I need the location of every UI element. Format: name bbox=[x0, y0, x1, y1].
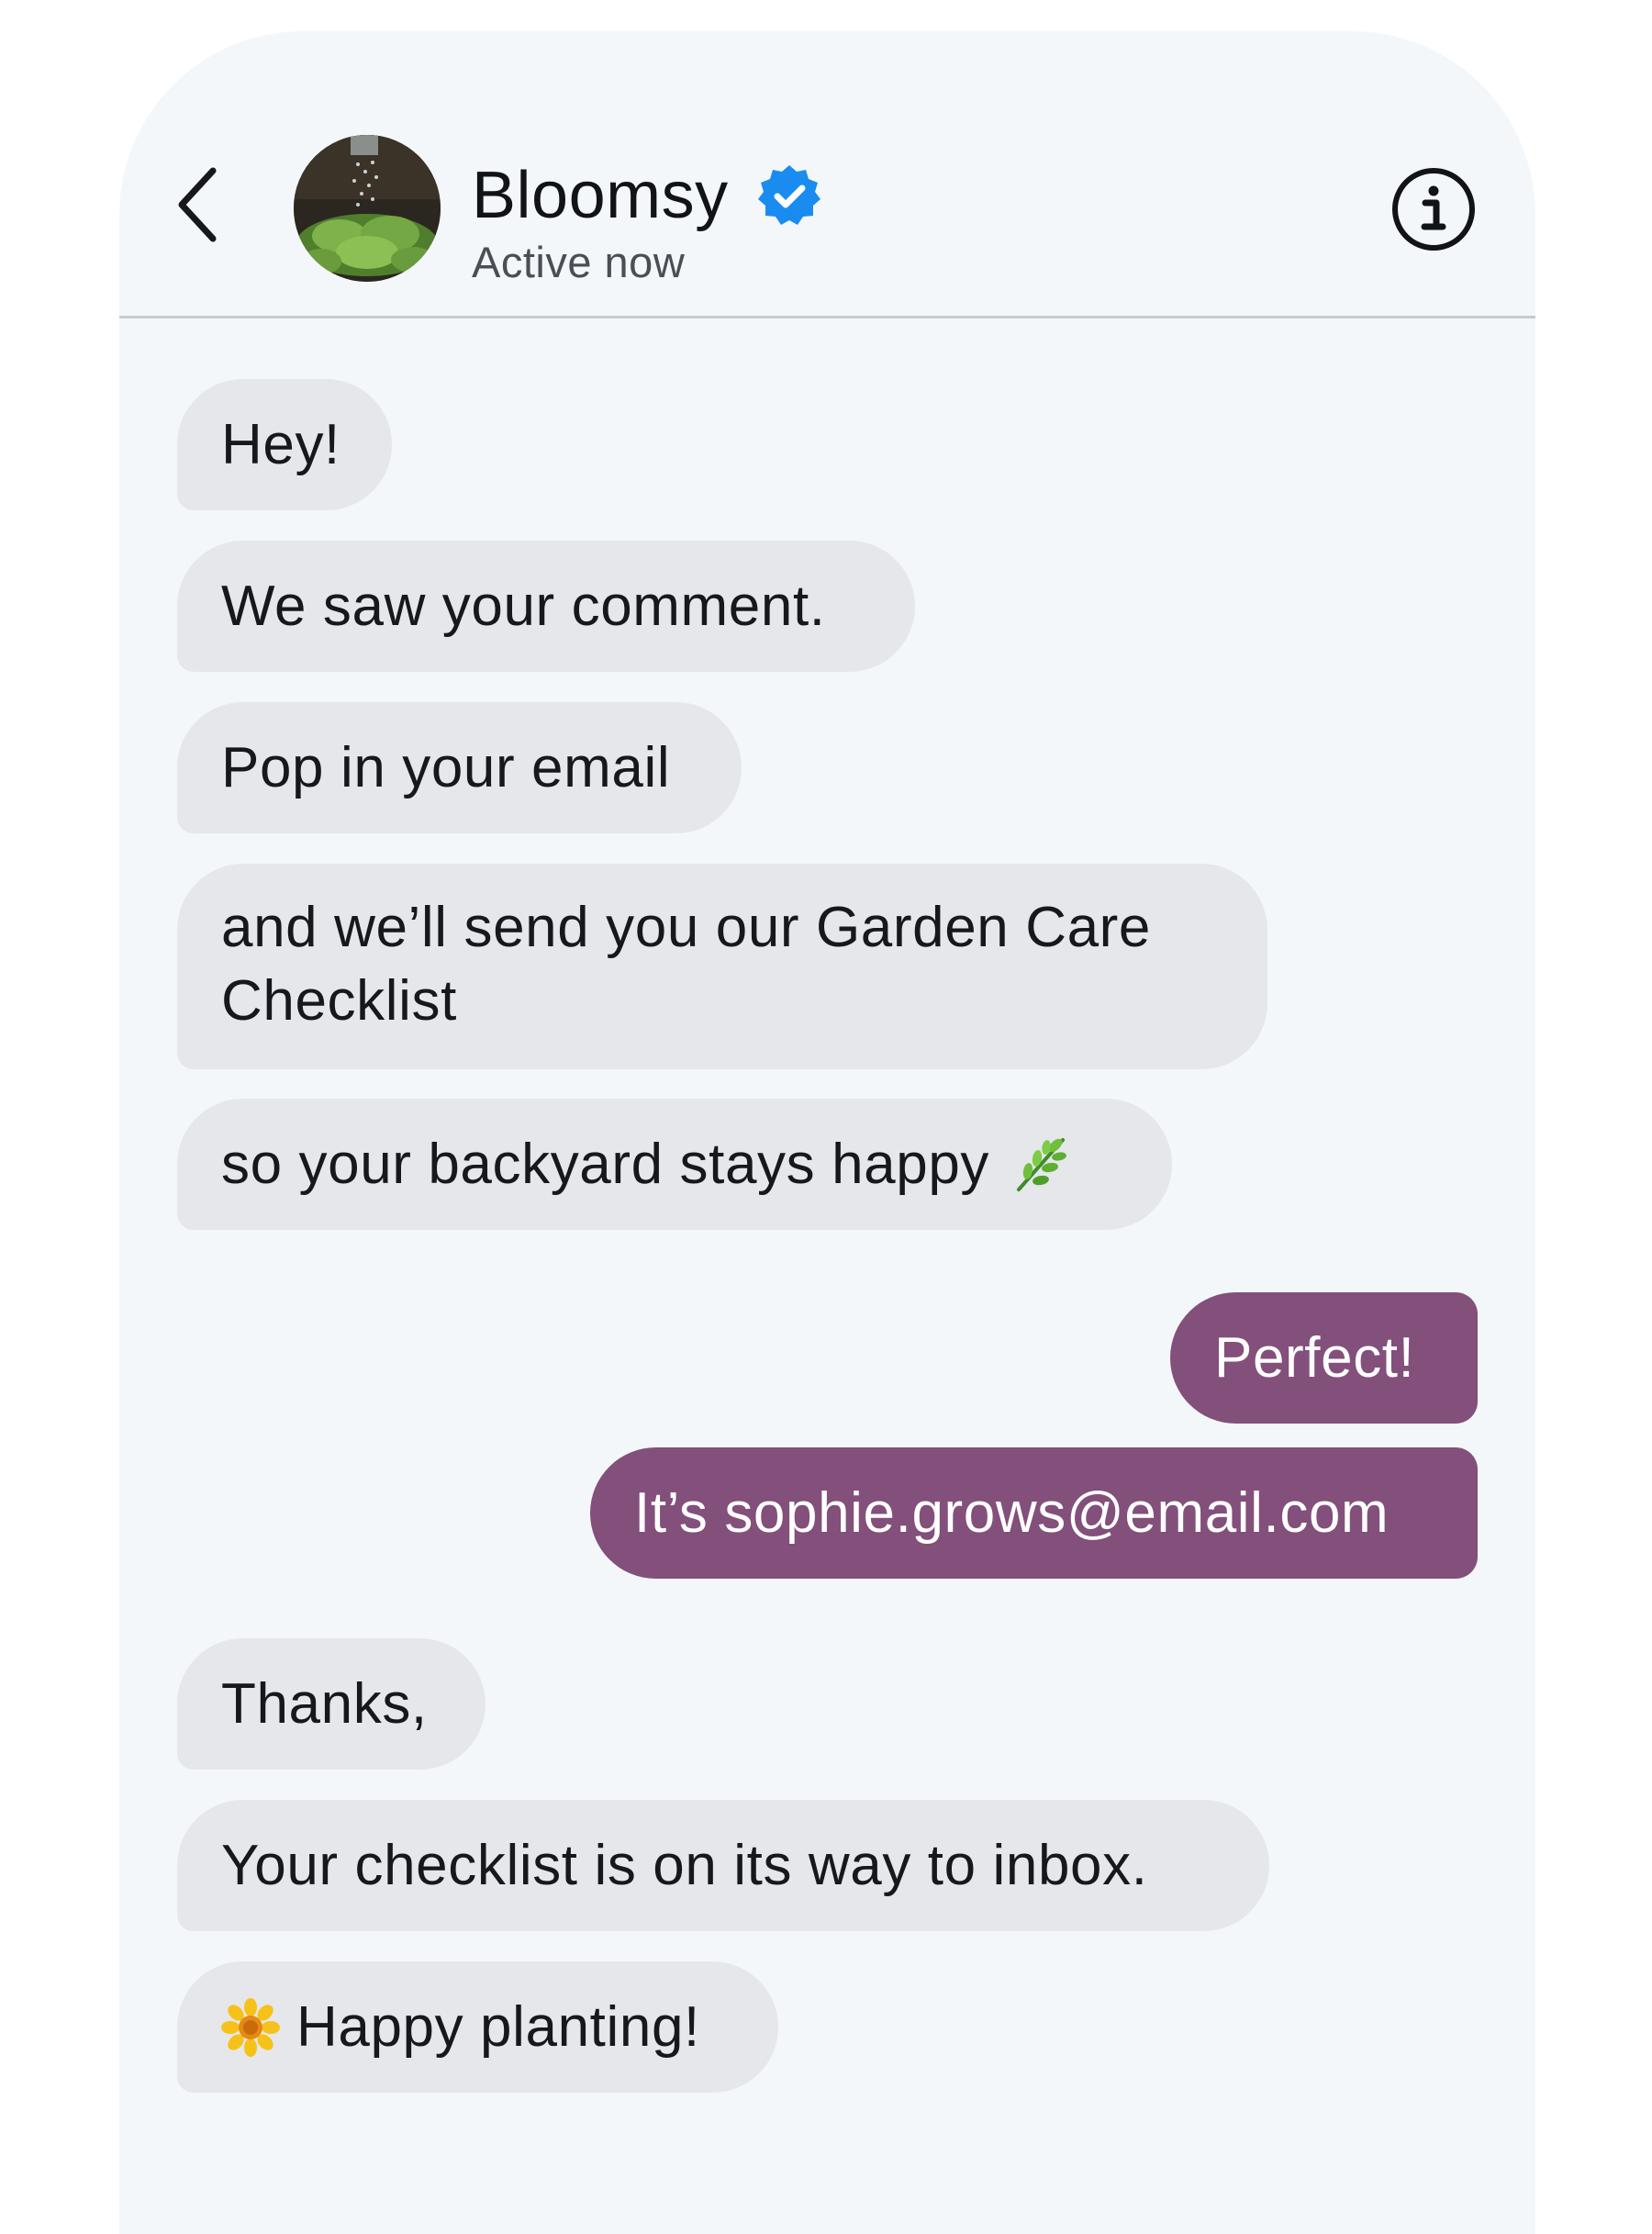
message-text: Perfect! bbox=[1214, 1325, 1415, 1390]
message-incoming: and we’ll send you our Garden Care Check… bbox=[177, 864, 1267, 1069]
message-text: Thanks, bbox=[221, 1671, 428, 1736]
message-incoming: Happy planting! bbox=[177, 1961, 778, 2093]
message-text: It’s sophie.grows@email.com bbox=[634, 1480, 1390, 1545]
back-chevron-icon bbox=[178, 167, 217, 242]
verified-badge-icon bbox=[757, 165, 820, 225]
message-incoming: Your checklist is on its way to inbox. bbox=[177, 1800, 1269, 1931]
back-button[interactable] bbox=[170, 163, 225, 246]
message-text: We saw your comment. bbox=[221, 574, 826, 638]
message-incoming: Hey! bbox=[177, 379, 392, 510]
message-text: and we’ll send you our Garden Care Check… bbox=[221, 896, 1151, 1033]
contact-avatar[interactable] bbox=[294, 135, 441, 282]
info-button[interactable] bbox=[1390, 166, 1477, 252]
chat-header: Bloomsy Active now bbox=[119, 31, 1535, 318]
message-incoming: We saw your comment. bbox=[177, 541, 915, 672]
contact-name-row: Bloomsy bbox=[472, 162, 822, 229]
message-outgoing: Perfect! bbox=[1170, 1292, 1478, 1424]
contact-status: Active now bbox=[472, 238, 686, 286]
message-text: Pop in your email bbox=[221, 735, 671, 799]
herb-emoji-icon bbox=[1017, 1137, 1066, 1191]
message-outgoing: It’s sophie.grows@email.com bbox=[590, 1447, 1478, 1579]
message-text: Happy planting! bbox=[296, 1994, 700, 2059]
contact-name[interactable]: Bloomsy bbox=[472, 162, 729, 229]
message-incoming: Pop in your email bbox=[177, 702, 742, 833]
message-incoming: so your backyard stays happy bbox=[177, 1099, 1172, 1230]
info-icon bbox=[1392, 168, 1475, 251]
chat-screen: Bloomsy Active now Hey! We saw your comm… bbox=[119, 31, 1535, 2234]
message-text: Your checklist is on its way to inbox. bbox=[221, 1833, 1148, 1897]
message-text: so your backyard stays happy bbox=[221, 1132, 989, 1196]
sunflower-emoji-icon bbox=[221, 1997, 280, 2057]
message-incoming: Thanks, bbox=[177, 1638, 486, 1770]
avatar-image bbox=[294, 135, 441, 282]
message-text: Hey! bbox=[221, 412, 340, 476]
